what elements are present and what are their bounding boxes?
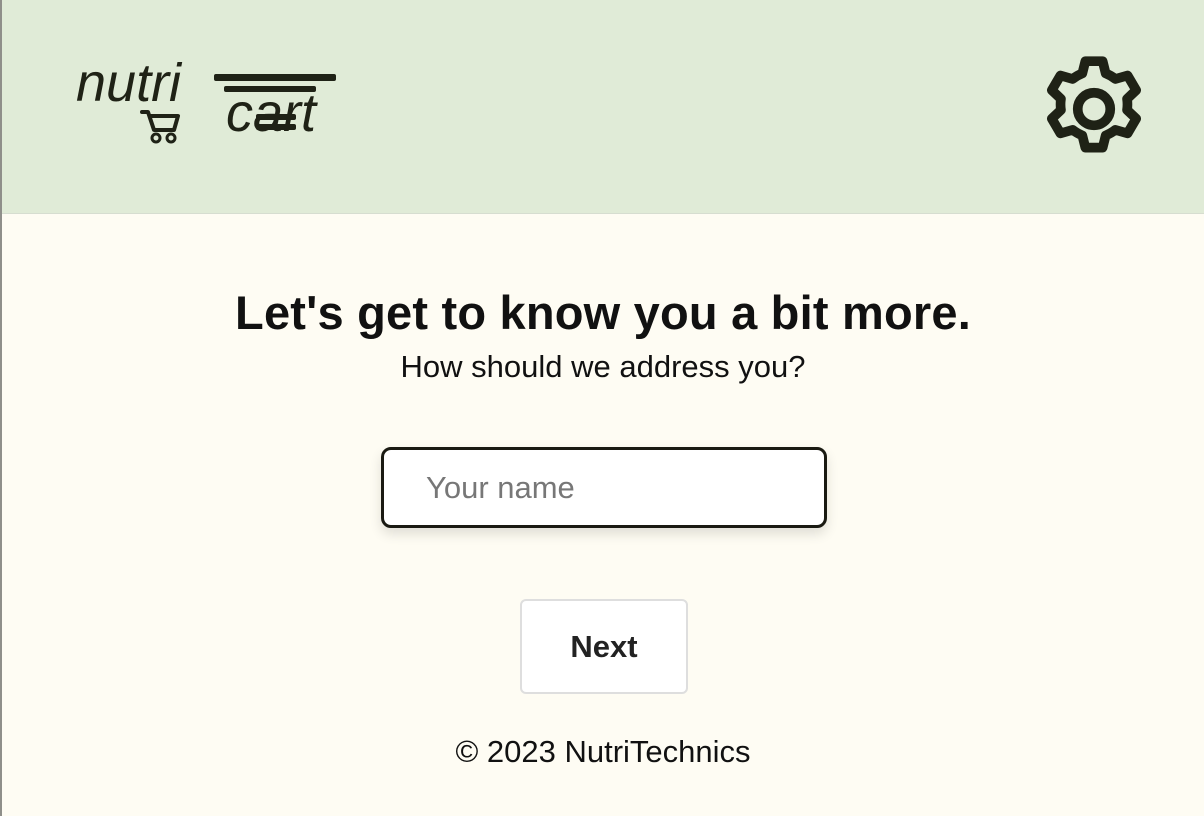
nutricart-logo: nutri cart: [76, 56, 340, 148]
page-title: Let's get to know you a bit more.: [235, 286, 971, 340]
name-input[interactable]: [381, 447, 827, 528]
copyright-footer: © 2023 NutriTechnics: [455, 734, 751, 769]
name-prompt: How should we address you?: [400, 349, 806, 384]
logo-word-nutri: nutri: [76, 53, 182, 113]
shopping-cart-icon: [140, 110, 180, 144]
onboarding-content: Let's get to know you a bit more. How sh…: [2, 214, 1204, 816]
app-header: nutri cart: [2, 0, 1204, 214]
gear-icon[interactable]: [1033, 48, 1155, 170]
logo-word-cart: cart: [226, 83, 317, 143]
next-button[interactable]: Next: [520, 599, 688, 694]
app-window: nutri cart Let's get to know you a bit m…: [0, 0, 1204, 816]
